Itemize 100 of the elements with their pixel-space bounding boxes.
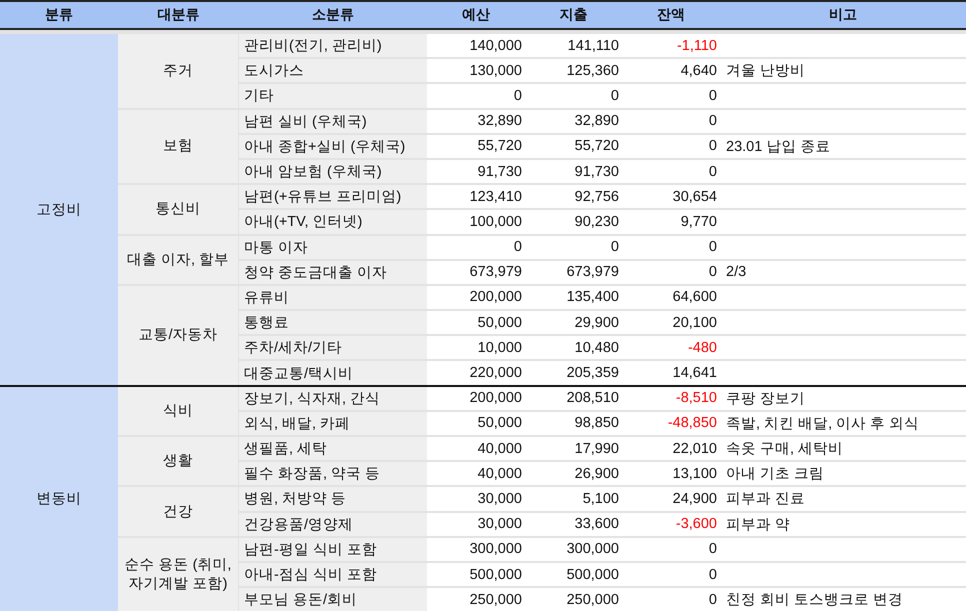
group-cell: 고정비 — [0, 34, 118, 385]
table-cell: 125,360 — [525, 59, 622, 82]
table-cell: 남편 실비 (우체국) — [239, 110, 427, 133]
table-cell: 24,900 — [622, 487, 720, 511]
table-cell: 140,000 — [427, 34, 525, 58]
table-cell: 0 — [525, 84, 622, 108]
table-cell: 청약 중도금대출 이자 — [239, 260, 427, 284]
table-cell: 0 — [622, 562, 720, 586]
table-cell: 92,756 — [525, 185, 622, 208]
table-cell: 0 — [622, 134, 720, 158]
column-header: 잔액 — [656, 5, 686, 24]
table-cell: 족발, 치킨 배달, 이사 후 외식 — [720, 412, 966, 435]
table-cell: 속옷 구매, 세탁비 — [720, 437, 966, 460]
table-cell: 기타 — [239, 84, 427, 108]
table-cell: 10,000 — [427, 336, 525, 360]
table-cell: 135,400 — [525, 286, 622, 310]
table-cell: 26,900 — [525, 462, 622, 486]
table-cell: 겨울 난방비 — [720, 59, 966, 82]
table-cell: 통행료 — [239, 311, 427, 334]
table-cell: 14,641 — [622, 361, 720, 385]
table-cell: 123,410 — [427, 185, 525, 208]
column-header: 비고 — [828, 5, 858, 24]
table-cell: -48,850 — [622, 412, 720, 435]
category-cell: 생활 — [118, 437, 238, 486]
table-cell: 건강용품/영양제 — [239, 512, 427, 536]
table-cell: 유류비 — [239, 286, 427, 310]
table-cell: 30,000 — [427, 512, 525, 536]
table-cell: 100,000 — [427, 210, 525, 234]
table-cell: 외식, 배달, 카페 — [239, 412, 427, 435]
category-cell: 순수 용돈 (취미, 자기계발 포함) — [118, 538, 238, 612]
table-cell: 673,979 — [525, 260, 622, 284]
table-cell: 40,000 — [427, 462, 525, 486]
table-cell: 도시가스 — [239, 59, 427, 82]
table-cell: 10,480 — [525, 336, 622, 360]
table-cell: 0 — [427, 236, 525, 259]
table-cell: 208,510 — [525, 386, 622, 410]
table-cell: 91,730 — [525, 160, 622, 184]
table-cell: 33,600 — [525, 512, 622, 536]
table-cell: 생필품, 세탁 — [239, 437, 427, 460]
table-cell: 30,000 — [427, 487, 525, 511]
category-cell: 주거 — [118, 34, 238, 108]
table-cell: 아내-점심 식비 포함 — [239, 562, 427, 586]
table-cell: 32,890 — [427, 110, 525, 133]
table-cell: 500,000 — [427, 562, 525, 586]
table-cell: 마통 이자 — [239, 236, 427, 259]
table-cell: 130,000 — [427, 59, 525, 82]
table-cell: 0 — [622, 84, 720, 108]
table-cell: 대중교통/택시비 — [239, 361, 427, 385]
table-cell: 64,600 — [622, 286, 720, 310]
table-cell: 쿠팡 장보기 — [720, 386, 966, 410]
table-cell: 50,000 — [427, 412, 525, 435]
table-cell: -480 — [622, 336, 720, 360]
table-cell: 220,000 — [427, 361, 525, 385]
table-cell: 0 — [622, 236, 720, 259]
table-cell: 친정 회비 토스뱅크로 변경 — [720, 588, 966, 612]
table-cell: 0 — [525, 236, 622, 259]
table-cell: 32,890 — [525, 110, 622, 133]
table-cell: -8,510 — [622, 386, 720, 410]
group-cell: 변동비 — [0, 386, 118, 612]
table-cell: 23.01 납입 종료 — [720, 134, 966, 158]
table-cell: 55,720 — [427, 134, 525, 158]
table-cell: 관리비(전기, 관리비) — [239, 34, 427, 58]
table-cell: 205,359 — [525, 361, 622, 385]
category-cell: 식비 — [118, 386, 238, 435]
table-cell: 필수 화장품, 약국 등 — [239, 462, 427, 486]
table-cell: 55,720 — [525, 134, 622, 158]
table-cell: 부모님 용돈/회비 — [239, 588, 427, 612]
table-cell: 피부과 진료 — [720, 487, 966, 511]
table-cell: -1,110 — [622, 34, 720, 58]
table-cell: -3,600 — [622, 512, 720, 536]
column-header: 지출 — [558, 5, 588, 24]
table-cell: 50,000 — [427, 311, 525, 334]
table-cell: 300,000 — [427, 538, 525, 561]
table-cell: 200,000 — [427, 286, 525, 310]
table-cell: 남편(+유튜브 프리미엄) — [239, 185, 427, 208]
table-cell: 병원, 처방약 등 — [239, 487, 427, 511]
table-cell: 17,990 — [525, 437, 622, 460]
table-cell: 500,000 — [525, 562, 622, 586]
table-cell: 250,000 — [427, 588, 525, 612]
table-cell: 200,000 — [427, 386, 525, 410]
table-cell: 673,979 — [427, 260, 525, 284]
table-cell: 0 — [622, 588, 720, 612]
table-cell: 0 — [622, 538, 720, 561]
column-header: 분류 — [44, 5, 74, 24]
table-cell: 0 — [622, 260, 720, 284]
column-header: 대분류 — [156, 5, 200, 24]
column-header: 소분류 — [311, 5, 355, 24]
table-cell: 2/3 — [720, 260, 966, 284]
table-cell: 남편-평일 식비 포함 — [239, 538, 427, 561]
table-cell: 29,900 — [525, 311, 622, 334]
table-cell: 5,100 — [525, 487, 622, 511]
table-cell: 0 — [427, 84, 525, 108]
table-cell: 91,730 — [427, 160, 525, 184]
table-cell: 40,000 — [427, 437, 525, 460]
table-cell: 13,100 — [622, 462, 720, 486]
table-cell: 20,100 — [622, 311, 720, 334]
table-cell: 아내(+TV, 인터넷) — [239, 210, 427, 234]
table-cell: 22,010 — [622, 437, 720, 460]
table-cell: 30,654 — [622, 185, 720, 208]
table-cell: 0 — [622, 160, 720, 184]
